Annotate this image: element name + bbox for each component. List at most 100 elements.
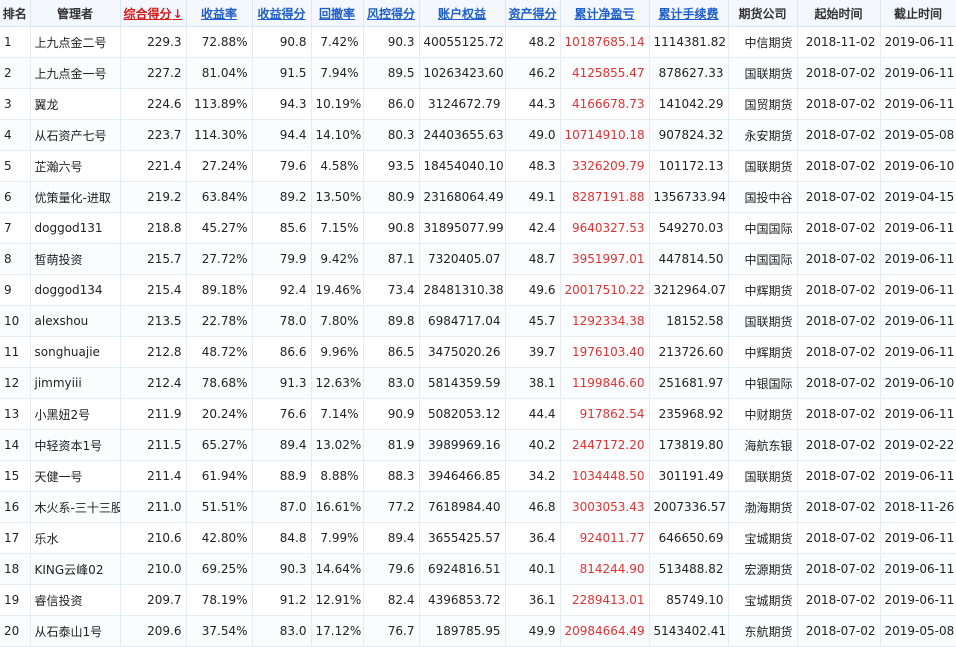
cell-return-rate: 78.68%	[186, 367, 253, 399]
cell-equity: 189785.95	[419, 615, 506, 647]
cell-return-rate: 63.84%	[186, 181, 253, 213]
cell-return-score: 94.4	[252, 119, 312, 151]
cell-rank: 16	[0, 491, 31, 523]
cell-risk-score: 89.5	[363, 57, 420, 89]
cell-return-rate: 37.54%	[186, 615, 253, 647]
cell-rank: 4	[0, 119, 31, 151]
cell-equity: 3475020.26	[419, 336, 506, 368]
cell-rank: 14	[0, 429, 31, 461]
cell-end-date: 2019-06-11	[880, 522, 956, 554]
cell-composite-score: 210.6	[120, 522, 187, 554]
cell-drawdown: 7.15%	[311, 212, 364, 244]
cell-cum-fee: 235968.92	[649, 398, 729, 430]
cell-end-date: 2019-06-11	[880, 460, 956, 492]
header-cum-pnl[interactable]: 累计净盈亏	[560, 0, 650, 27]
cell-start-date: 2018-07-02	[797, 336, 881, 368]
cell-return-rate: 20.24%	[186, 398, 253, 430]
cell-end-date: 2019-05-08	[880, 119, 956, 151]
header-asset-score[interactable]: 资产得分	[505, 0, 561, 27]
cell-end-date: 2019-06-11	[880, 26, 956, 58]
header-composite-score[interactable]: 综合得分↓	[120, 0, 187, 27]
cell-drawdown: 4.58%	[311, 150, 364, 182]
cell-end-date: 2019-06-11	[880, 305, 956, 337]
cell-risk-score: 86.0	[363, 88, 420, 120]
cell-risk-score: 87.1	[363, 243, 420, 275]
cell-risk-score: 89.4	[363, 522, 420, 554]
cell-end-date: 2019-06-11	[880, 243, 956, 275]
cell-start-date: 2018-07-02	[797, 150, 881, 182]
cell-asset-score: 36.1	[505, 584, 561, 616]
cell-rank: 9	[0, 274, 31, 306]
cell-futures-company: 中信期货	[728, 26, 798, 58]
cell-cum-pnl: 3951997.01	[560, 243, 650, 275]
cell-drawdown: 10.19%	[311, 88, 364, 120]
table-row: 17 乐水 210.6 42.80% 84.8 7.99% 89.4 3655425.57 36…	[0, 522, 956, 554]
cell-end-date: 2019-06-11	[880, 336, 956, 368]
table-row: 18 KING云峰02 210.0 69.25% 90.3 14.64% 79.6 69248…	[0, 553, 956, 585]
cell-return-rate: 45.27%	[186, 212, 253, 244]
cell-cum-fee: 101172.13	[649, 150, 729, 182]
cell-manager: jimmyiii	[30, 367, 121, 399]
cell-equity: 3655425.57	[419, 522, 506, 554]
cell-cum-fee: 141042.29	[649, 88, 729, 120]
cell-futures-company: 宝城期货	[728, 522, 798, 554]
header-return-score[interactable]: 收益得分	[252, 0, 312, 27]
cell-manager: doggod134	[30, 274, 121, 306]
cell-rank: 17	[0, 522, 31, 554]
cell-futures-company: 国联期货	[728, 460, 798, 492]
cell-equity: 31895077.99	[419, 212, 506, 244]
cell-start-date: 2018-07-02	[797, 398, 881, 430]
ranking-table: 排名 管理者 综合得分↓ 收益率 收益得分 回撤率 风控得分 账户权益 资产得分…	[0, 0, 956, 647]
cell-cum-pnl: 1976103.40	[560, 336, 650, 368]
header-composite-score-label: 综合得分	[123, 6, 172, 21]
cell-manager: songhuajie	[30, 336, 121, 368]
cell-asset-score: 46.2	[505, 57, 561, 89]
table-row: 4 从石资产七号 223.7 114.30% 94.4 14.10% 80.3 2440365…	[0, 119, 956, 151]
cell-return-score: 83.0	[252, 615, 312, 647]
cell-return-score: 88.9	[252, 460, 312, 492]
cell-start-date: 2018-07-02	[797, 367, 881, 399]
cell-rank: 7	[0, 212, 31, 244]
header-return-rate[interactable]: 收益率	[186, 0, 253, 27]
cell-drawdown: 14.10%	[311, 119, 364, 151]
table-row: 3 翼龙 224.6 113.89% 94.3 10.19% 86.0 3124672.79 4…	[0, 88, 956, 120]
cell-composite-score: 215.4	[120, 274, 187, 306]
cell-equity: 18454040.10	[419, 150, 506, 182]
cell-rank: 1	[0, 26, 31, 58]
cell-manager: alexshou	[30, 305, 121, 337]
cell-equity: 7618984.40	[419, 491, 506, 523]
cell-manager: 从石资产七号	[30, 119, 121, 151]
header-cum-fee[interactable]: 累计手续费	[649, 0, 729, 27]
cell-start-date: 2018-07-02	[797, 615, 881, 647]
cell-asset-score: 49.6	[505, 274, 561, 306]
cell-cum-fee: 878627.33	[649, 57, 729, 89]
header-drawdown[interactable]: 回撤率	[311, 0, 364, 27]
cell-manager: doggod131	[30, 212, 121, 244]
cell-return-score: 91.3	[252, 367, 312, 399]
cell-futures-company: 中辉期货	[728, 336, 798, 368]
cell-composite-score: 215.7	[120, 243, 187, 275]
header-end-date: 截止时间	[880, 0, 956, 27]
cell-cum-fee: 173819.80	[649, 429, 729, 461]
cell-risk-score: 89.8	[363, 305, 420, 337]
cell-return-score: 86.6	[252, 336, 312, 368]
cell-asset-score: 44.4	[505, 398, 561, 430]
header-equity[interactable]: 账户权益	[419, 0, 506, 27]
cell-drawdown: 16.61%	[311, 491, 364, 523]
cell-rank: 11	[0, 336, 31, 368]
cell-drawdown: 13.50%	[311, 181, 364, 213]
cell-manager: 优策量化-进取	[30, 181, 121, 213]
cell-composite-score: 224.6	[120, 88, 187, 120]
cell-drawdown: 12.63%	[311, 367, 364, 399]
cell-manager: 天健一号	[30, 460, 121, 492]
cell-cum-pnl: 8287191.88	[560, 181, 650, 213]
cell-cum-fee: 213726.60	[649, 336, 729, 368]
cell-equity: 4396853.72	[419, 584, 506, 616]
cell-rank: 15	[0, 460, 31, 492]
cell-start-date: 2018-07-02	[797, 584, 881, 616]
header-risk-score[interactable]: 风控得分	[363, 0, 420, 27]
cell-end-date: 2019-06-10	[880, 367, 956, 399]
cell-rank: 19	[0, 584, 31, 616]
cell-rank: 5	[0, 150, 31, 182]
cell-cum-fee: 2007336.57	[649, 491, 729, 523]
